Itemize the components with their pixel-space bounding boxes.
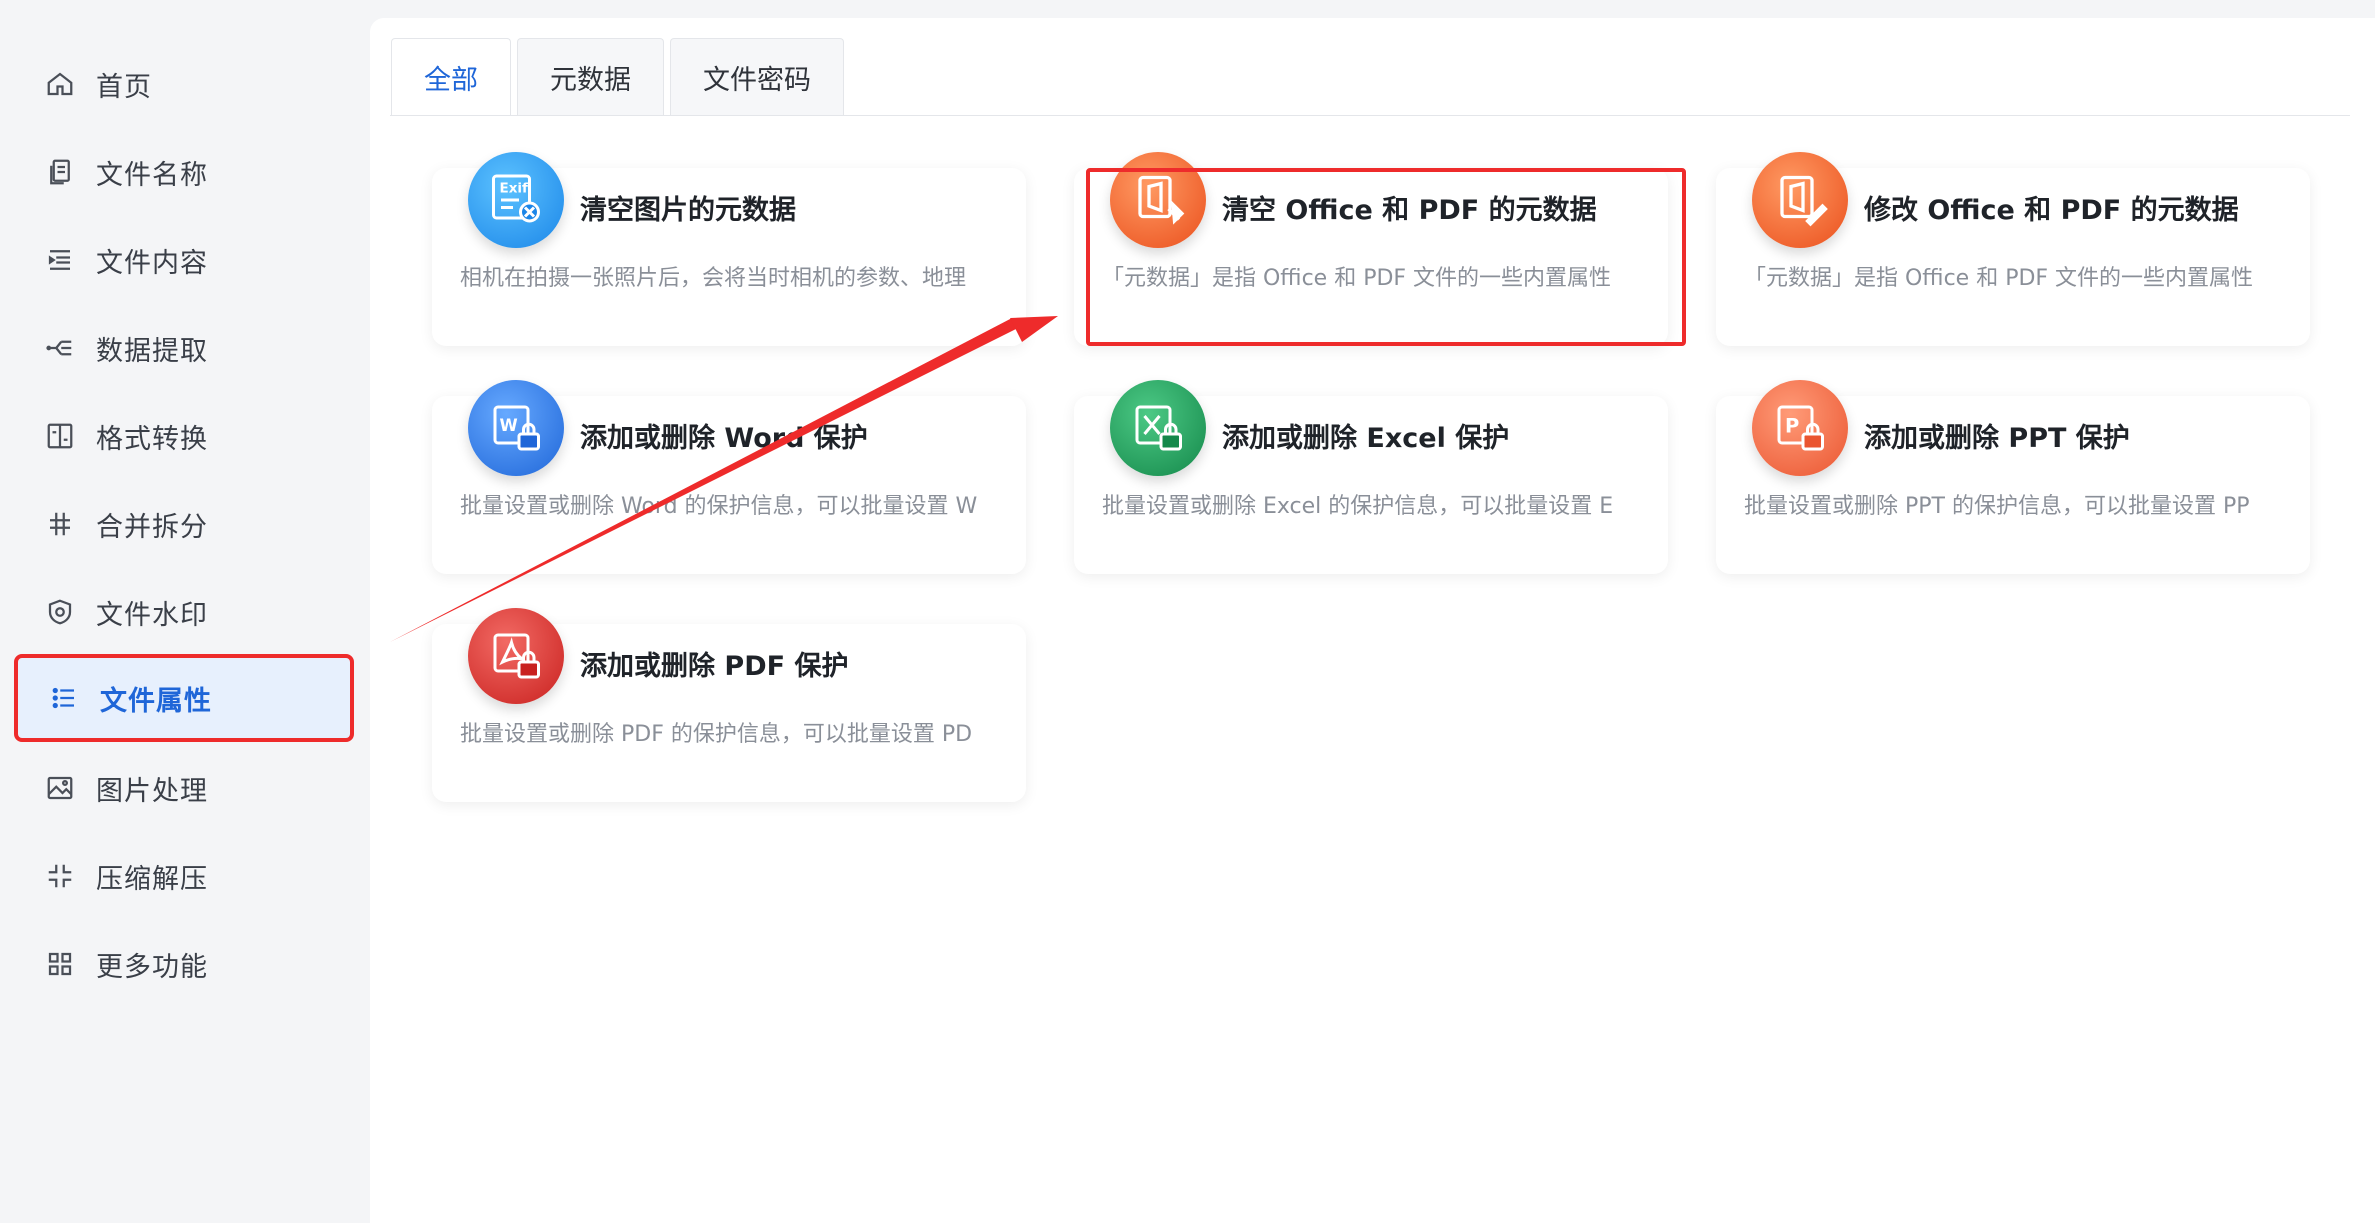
card-description: 批量设置或删除 PDF 的保护信息，可以批量设置 PD (460, 722, 973, 747)
image-icon (42, 770, 78, 806)
sidebar-item-home[interactable]: 首页 (14, 40, 354, 128)
svg-text:P: P (1785, 415, 1799, 438)
card-description: 「元数据」是指 Office 和 PDF 文件的一些内置属性 (1744, 266, 2254, 291)
sidebar-item-label: 文件水印 (96, 599, 208, 631)
card-title: 添加或删除 PDF 保护 (580, 651, 849, 682)
sidebar-item-label: 压缩解压 (96, 863, 208, 895)
card-description: 批量设置或删除 Word 的保护信息，可以批量设置 W (460, 494, 978, 519)
card-description: 相机在拍摄一张照片后，会将当时相机的参数、地理 (460, 266, 967, 291)
grid-icon (42, 946, 78, 982)
sidebar-item-label: 图片处理 (96, 775, 208, 807)
word-lock-icon: W (468, 380, 564, 476)
sidebar-item-label: 数据提取 (96, 335, 208, 367)
sidebar-item-label: 文件内容 (96, 247, 208, 279)
extract-icon (42, 330, 78, 366)
compress-icon (42, 858, 78, 894)
tab-metadata[interactable]: 元数据 (517, 38, 664, 116)
card-word-protection[interactable]: W 添加或删除 Word 保护 批量设置或删除 Word 的保护信息，可以批量设… (432, 380, 1026, 574)
indent-list-icon (42, 242, 78, 278)
office-edit-icon (1752, 152, 1848, 248)
exif-icon: Exif (468, 152, 564, 248)
sidebar-item-more[interactable]: 更多功能 (14, 920, 354, 1008)
sidebar-item-label: 格式转换 (96, 423, 208, 455)
card-title: 添加或删除 Excel 保护 (1222, 423, 1510, 454)
sidebar-item-label: 文件名称 (96, 159, 208, 191)
sidebar-item-data-extract[interactable]: 数据提取 (14, 304, 354, 392)
tab-bar: 全部 元数据 文件密码 (391, 38, 850, 116)
sidebar-item-file-name[interactable]: 文件名称 (14, 128, 354, 216)
card-title: 修改 Office 和 PDF 的元数据 (1864, 195, 2239, 226)
card-pdf-protection[interactable]: 添加或删除 PDF 保护 批量设置或删除 PDF 的保护信息，可以批量设置 PD (432, 608, 1026, 802)
tab-all[interactable]: 全部 (391, 38, 511, 116)
card-title: 清空图片的元数据 (580, 195, 796, 226)
sidebar-item-label: 更多功能 (96, 951, 208, 983)
list-icon (46, 680, 82, 716)
sidebar-item-format-convert[interactable]: 格式转换 (14, 392, 354, 480)
sidebar-item-watermark[interactable]: 文件水印 (14, 568, 354, 656)
sidebar-item-merge-split[interactable]: 合并拆分 (14, 480, 354, 568)
watermark-shield-icon (42, 594, 78, 630)
sidebar-item-image-processing[interactable]: 图片处理 (14, 744, 354, 832)
file-copy-icon (42, 154, 78, 190)
sidebar-item-label: 首页 (96, 71, 152, 103)
card-clear-image-metadata[interactable]: Exif 清空图片的元数据 相机在拍摄一张照片后，会将当时相机的参数、地理 (432, 152, 1026, 346)
card-excel-protection[interactable]: 添加或删除 Excel 保护 批量设置或删除 Excel 的保护信息，可以批量设… (1074, 380, 1668, 574)
convert-icon (42, 418, 78, 454)
card-title: 添加或删除 PPT 保护 (1864, 423, 2130, 454)
sidebar-item-compress[interactable]: 压缩解压 (14, 832, 354, 920)
hash-icon (42, 506, 78, 542)
card-description: 批量设置或删除 PPT 的保护信息，可以批量设置 PP (1744, 494, 2250, 519)
excel-lock-icon (1110, 380, 1206, 476)
card-ppt-protection[interactable]: P 添加或删除 PPT 保护 批量设置或删除 PPT 的保护信息，可以批量设置 … (1716, 380, 2310, 574)
ppt-lock-icon: P (1752, 380, 1848, 476)
home-icon (42, 66, 78, 102)
sidebar: 首页 文件名称 文件内容 数据提取 格式转换 合并拆分 文件水印 文件属性 图片… (0, 0, 354, 1010)
svg-text:W: W (500, 416, 518, 435)
svg-text:Exif: Exif (500, 181, 529, 197)
highlight-box (1086, 168, 1686, 346)
tab-divider (390, 115, 2350, 116)
tab-file-password[interactable]: 文件密码 (670, 38, 844, 116)
sidebar-item-label: 合并拆分 (96, 511, 208, 543)
card-title: 添加或删除 Word 保护 (580, 423, 868, 454)
card-description: 批量设置或删除 Excel 的保护信息，可以批量设置 E (1102, 494, 1614, 519)
sidebar-item-file-properties[interactable]: 文件属性 (14, 654, 354, 742)
pdf-lock-icon (468, 608, 564, 704)
card-edit-office-pdf-metadata[interactable]: 修改 Office 和 PDF 的元数据 「元数据」是指 Office 和 PD… (1716, 152, 2310, 346)
sidebar-item-file-content[interactable]: 文件内容 (14, 216, 354, 304)
sidebar-item-label: 文件属性 (100, 685, 212, 717)
